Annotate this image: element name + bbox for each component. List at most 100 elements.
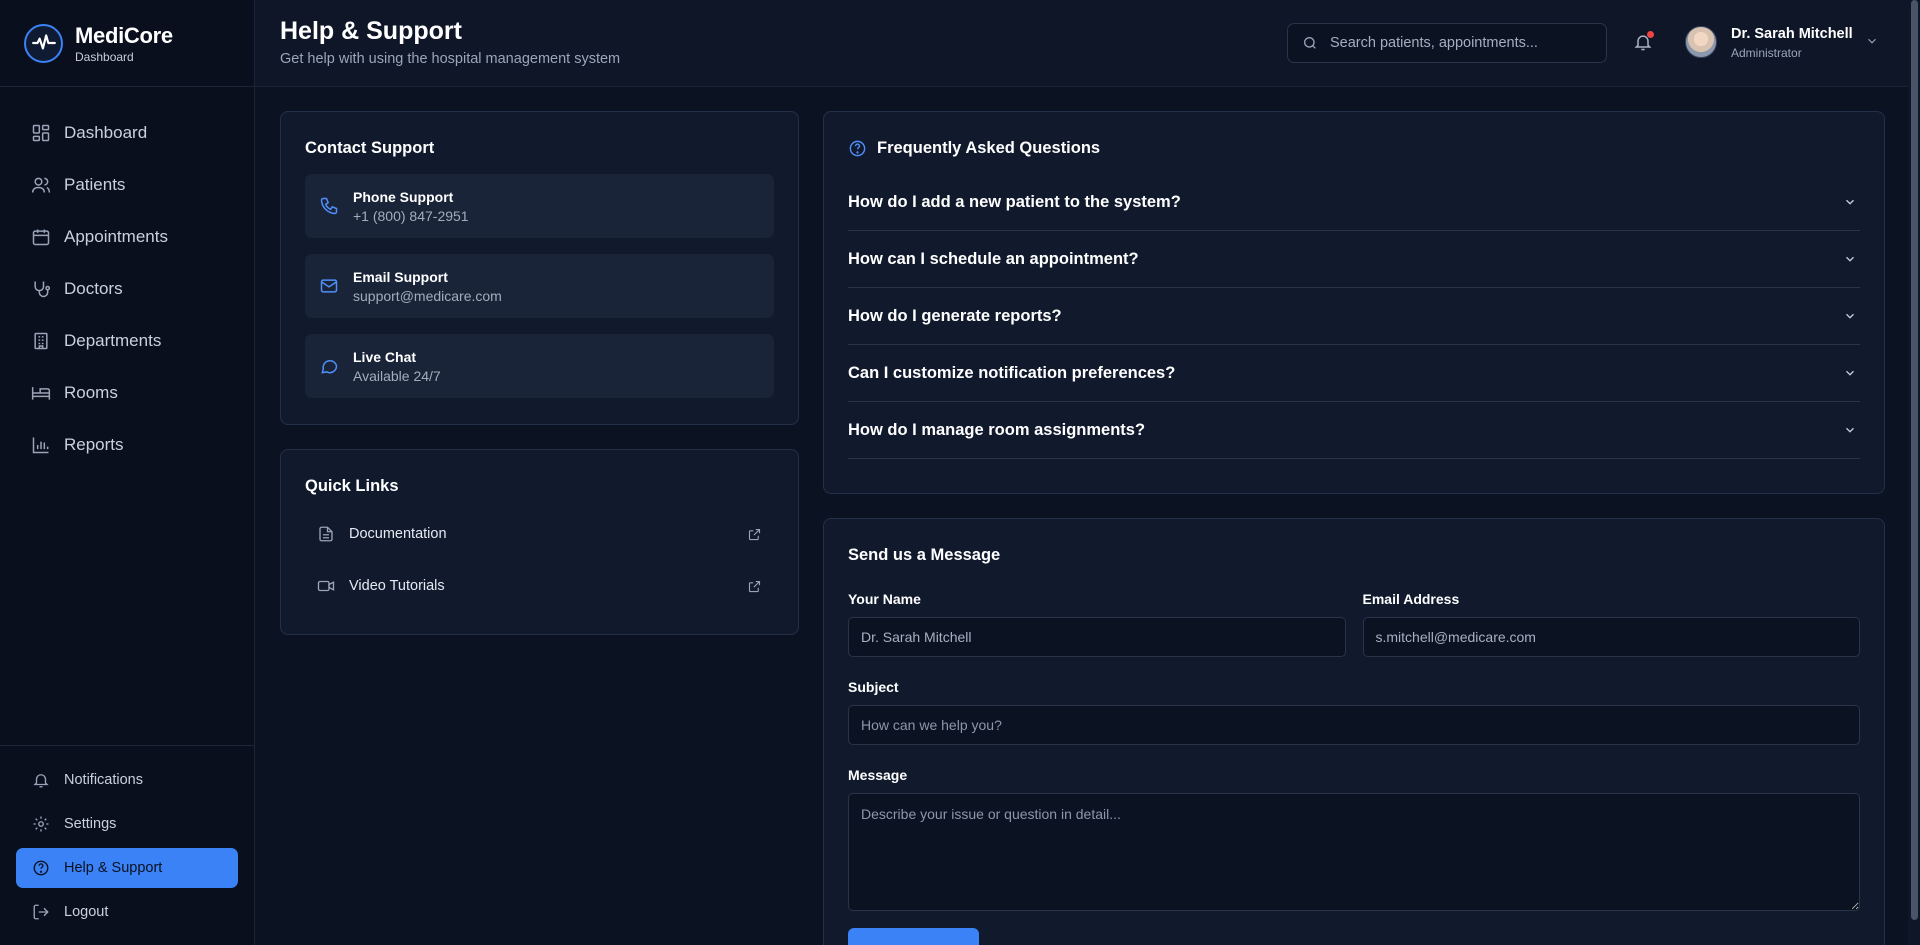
heartbeat-logo-icon [24,23,63,63]
faq-item[interactable]: How do I generate reports? [848,288,1860,345]
brand-subtitle: Dashboard [75,49,134,64]
quick-link-label: Documentation [349,526,447,542]
nav-item-logout[interactable]: Logout [16,892,238,932]
chat-icon [321,359,338,374]
bell-icon [33,774,49,788]
nav-item-help-support[interactable]: Help & Support [16,848,238,888]
nav-label: Notifications [64,772,143,788]
card-title: Contact Support [305,139,435,157]
faq-question: How do I manage room assignments? [848,420,1146,439]
page-title: Help & Support [280,17,462,45]
nav-label: Help & Support [64,860,163,876]
dashboard-icon [32,124,50,142]
subject-field[interactable] [848,705,1860,745]
nav-item-doctors[interactable]: Doctors [0,263,254,315]
contact-value: support@medicare.com [353,287,502,304]
mail-icon [320,279,338,293]
nav-label: Patients [64,175,126,194]
card-title: Quick Links [305,477,399,495]
faq-card: Frequently Asked Questions How do I add … [823,111,1885,494]
nav-item-dashboard[interactable]: Dashboard [0,107,254,159]
nav-item-settings[interactable]: Settings [16,804,238,844]
file-text-icon [319,526,333,542]
faq-question: How do I add a new patient to the system… [848,192,1181,211]
scrollbar-thumb[interactable] [1911,0,1918,920]
nav-label: Rooms [64,383,118,402]
users-icon [31,177,51,193]
nav-label: Dashboard [64,123,148,142]
video-icon [317,580,335,592]
help-circle-icon [849,140,866,157]
chevron-down-icon [1846,256,1854,262]
card-title: Frequently Asked Questions [877,139,1101,157]
nav-label: Appointments [64,227,168,246]
stethoscope-icon [34,281,51,298]
main-nav: Dashboard Patients Appointments Doctors … [0,87,254,471]
nav-item-reports[interactable]: Reports [0,419,254,471]
chevron-down-icon [1846,370,1854,376]
nav-label: Departments [64,331,162,350]
email-field[interactable] [1362,617,1860,657]
faq-item[interactable]: Can I customize notification preferences… [848,345,1860,402]
notification-dot [1647,31,1654,38]
faq-list: How do I add a new patient to the system… [848,174,1860,459]
external-link-icon [748,528,761,540]
email-label: Email Address [1362,591,1460,607]
submit-button[interactable] [848,928,979,945]
user-name[interactable]: Dr. Sarah Mitchell [1731,26,1853,42]
faq-question: Can I customize notification preferences… [848,363,1176,382]
faq-item[interactable]: How can I schedule an appointment? [848,231,1860,288]
avatar[interactable] [1685,26,1717,58]
faq-question: How can I schedule an appointment? [848,249,1139,268]
building-icon [34,332,48,350]
nav-item-appointments[interactable]: Appointments [0,211,254,263]
search-icon [1304,37,1316,49]
help-circle-icon [33,860,49,876]
contact-value: +1 (800) 847-2951 [353,207,469,224]
page-subtitle: Get help with using the hospital managem… [280,51,621,67]
contact-title: Phone Support [353,188,454,205]
chevron-down-icon[interactable] [1865,34,1879,48]
card-title: Send us a Message [848,546,1001,564]
brand[interactable]: MediCore Dashboard [0,0,254,87]
nav-item-departments[interactable]: Departments [0,315,254,367]
nav-label: Settings [64,816,117,832]
message-form-card: Send us a Message Your Name Email Addres… [823,518,1885,945]
nav-item-rooms[interactable]: Rooms [0,367,254,419]
logout-icon [33,904,49,920]
message-field[interactable] [848,793,1860,911]
contact-value: Available 24/7 [353,367,441,384]
contact-email[interactable]: Email Support support@medicare.com [305,254,774,318]
search-input[interactable] [1330,35,1600,51]
faq-item[interactable]: How do I manage room assignments? [848,402,1860,459]
quick-link-documentation[interactable]: Documentation [305,508,774,560]
contact-title: Email Support [353,268,448,285]
faq-item[interactable]: How do I add a new patient to the system… [848,174,1860,231]
bar-chart-icon [32,437,49,454]
search-box[interactable] [1287,23,1607,63]
contact-phone[interactable]: Phone Support +1 (800) 847-2951 [305,174,774,238]
external-link-icon [748,580,761,592]
nav-label: Reports [64,435,124,454]
chevron-down-icon [1846,199,1854,205]
quick-links-card: Quick Links Documentation Video Tutorial… [280,449,799,635]
name-field[interactable] [848,617,1346,657]
name-label: Your Name [848,591,921,607]
notifications-button[interactable] [1633,31,1655,54]
nav-label: Doctors [64,279,123,298]
nav-label: Logout [64,904,109,920]
brand-name: MediCore [75,22,173,48]
sidebar-bottom: Notifications Settings Help & Support Lo… [0,745,254,945]
top-header: Help & Support Get help with using the h… [255,0,1920,87]
nav-item-patients[interactable]: Patients [0,159,254,211]
user-role: Administrator [1731,46,1802,60]
sidebar: MediCore Dashboard Dashboard Patients Ap… [0,0,255,945]
nav-item-notifications[interactable]: Notifications [16,760,238,800]
quick-link-video-tutorials[interactable]: Video Tutorials [305,560,774,612]
contact-live-chat[interactable]: Live Chat Available 24/7 [305,334,774,398]
app: MediCore Dashboard Dashboard Patients Ap… [0,0,1920,945]
calendar-icon [32,229,50,246]
contact-support-card: Contact Support Phone Support +1 (800) 8… [280,111,799,425]
chevron-down-icon [1846,313,1854,319]
subject-label: Subject [848,679,899,695]
